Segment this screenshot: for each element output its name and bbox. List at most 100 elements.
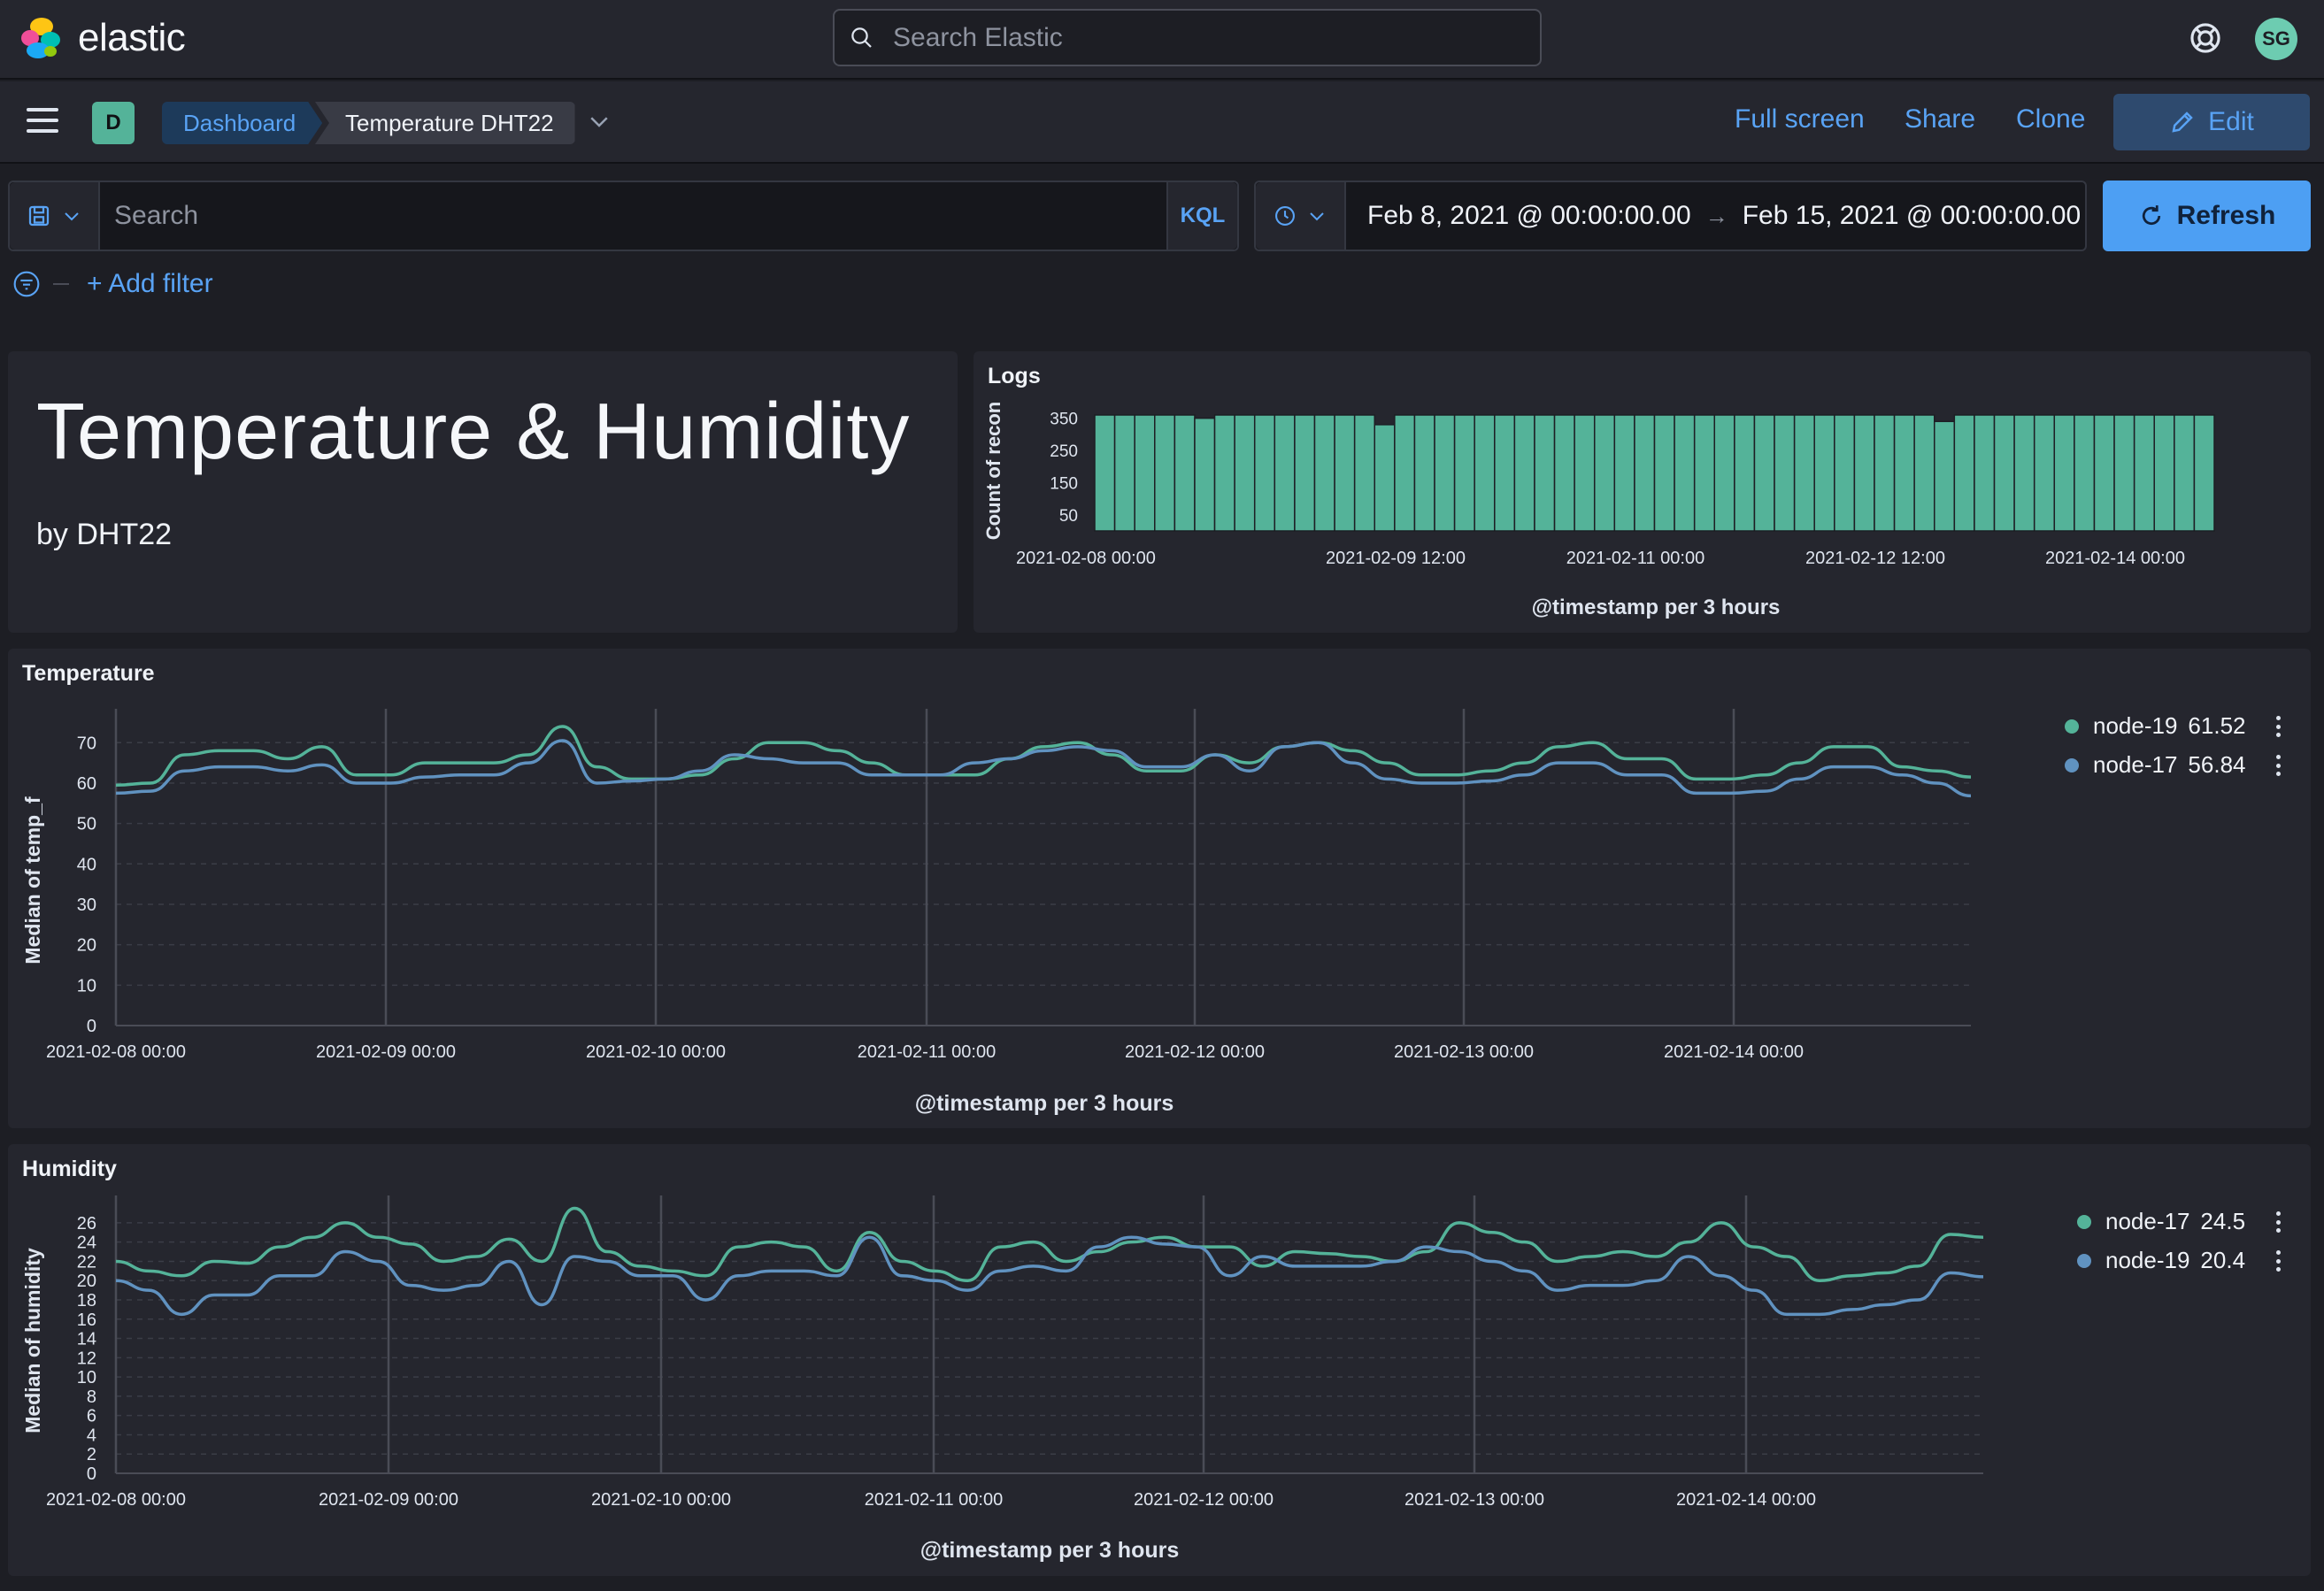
x-tick-label: 2021-02-11 00:00	[1566, 549, 1705, 568]
x-axis-title: @timestamp per 3 hours	[1532, 596, 1781, 619]
y-tick-label: 20	[77, 936, 96, 956]
clone-link[interactable]: Clone	[2016, 104, 2085, 135]
legend-value: 61.52	[2188, 712, 2246, 739]
legend-label: node-19	[2105, 1247, 2190, 1273]
bar	[1813, 414, 1835, 532]
bar	[2074, 414, 2096, 532]
bar	[1713, 414, 1735, 532]
bar	[1394, 414, 1416, 532]
bar	[1913, 414, 1935, 532]
query-bar: KQL	[8, 181, 1239, 251]
kql-toggle[interactable]: KQL	[1166, 182, 1237, 250]
bar	[1094, 414, 1116, 532]
bar	[1834, 414, 1856, 532]
bar	[1534, 414, 1556, 532]
bar	[1494, 414, 1516, 532]
elastic-logo-icon	[19, 16, 64, 60]
y-tick-label: 26	[77, 1214, 96, 1234]
help-icon[interactable]	[2189, 21, 2222, 55]
y-tick-label: 10	[77, 1368, 96, 1387]
legend-item-node-17[interactable]: node-17 56.84	[2065, 751, 2246, 779]
edit-button[interactable]: Edit	[2113, 94, 2310, 150]
search-icon	[851, 27, 872, 48]
arrow-right-icon: →	[1705, 202, 1728, 229]
bar	[1553, 414, 1575, 532]
bar	[1653, 414, 1675, 532]
legend-value: 24.5	[2200, 1208, 2246, 1234]
bar	[1253, 414, 1276, 532]
y-tick-label: 50	[77, 815, 96, 834]
y-tick-label: 6	[87, 1407, 96, 1426]
y-tick-label: 2	[87, 1445, 96, 1464]
markdown-panel: Temperature & Humidity by DHT22	[8, 351, 958, 633]
time-picker: Feb 8, 2021 @ 00:00:00.00 → Feb 15, 2021…	[1254, 181, 2087, 251]
x-tick-label: 2021-02-14 00:00	[1664, 1042, 1804, 1062]
y-tick-label: 8	[87, 1387, 96, 1407]
legend-dot	[2077, 1253, 2091, 1268]
elastic-logo[interactable]: elastic	[19, 16, 186, 60]
y-tick-label: 70	[77, 734, 96, 753]
user-avatar[interactable]: SG	[2255, 18, 2297, 60]
filter-options-icon[interactable]	[12, 270, 41, 298]
x-tick-label: 2021-02-12 00:00	[1125, 1042, 1265, 1062]
bar	[1113, 414, 1135, 532]
refresh-icon	[2142, 205, 2160, 226]
global-search-input[interactable]	[893, 22, 1512, 53]
y-tick-label: 14	[77, 1330, 96, 1349]
add-filter-button[interactable]: + Add filter	[87, 269, 213, 299]
x-tick-label: 2021-02-11 00:00	[865, 1490, 1003, 1510]
bar	[1313, 414, 1335, 532]
bar	[1194, 417, 1216, 532]
legend-value: 56.84	[2188, 751, 2246, 778]
query-search-input[interactable]	[100, 201, 1166, 231]
y-axis-title: Median of temp_f	[21, 796, 44, 964]
time-start[interactable]: Feb 8, 2021 @ 00:00:00.00	[1367, 201, 1691, 231]
legend-options-icon[interactable]	[2276, 716, 2282, 737]
legend-options-icon[interactable]	[2276, 1211, 2282, 1233]
bar	[1593, 414, 1616, 532]
y-tick-label: 20	[77, 1272, 96, 1291]
y-tick-label: 0	[87, 1017, 96, 1036]
bar	[1953, 414, 1975, 532]
logo-text: elastic	[78, 16, 186, 59]
global-search-field[interactable]	[833, 9, 1542, 66]
bar	[1134, 414, 1156, 532]
legend-options-icon[interactable]	[2276, 755, 2282, 776]
legend-item-node-19[interactable]: node-19 61.52	[2065, 712, 2246, 740]
bar	[1234, 414, 1256, 532]
bar	[1434, 414, 1456, 532]
legend-item-node-17[interactable]: node-17 24.5	[2077, 1208, 2245, 1235]
global-header: elastic SG	[0, 0, 2324, 80]
legend-item-node-19[interactable]: node-19 20.4	[2077, 1247, 2245, 1274]
bar	[1374, 424, 1396, 532]
bar	[2113, 414, 2135, 532]
edit-label: Edit	[2208, 107, 2254, 136]
saved-query-button[interactable]	[10, 182, 100, 250]
y-axis-title: Count of recon	[982, 402, 1004, 540]
bar	[1334, 414, 1356, 532]
quick-select-button[interactable]	[1256, 182, 1346, 250]
time-end[interactable]: Feb 15, 2021 @ 00:00:00.00	[1743, 201, 2081, 231]
bar	[1474, 414, 1496, 532]
bar	[1734, 414, 1756, 532]
y-tick-label: 250	[1050, 442, 1078, 461]
y-tick-label: 350	[1050, 411, 1078, 429]
bar	[1893, 414, 1915, 532]
pencil-icon	[2172, 111, 2193, 133]
breadcrumb-current: Temperature DHT22	[315, 102, 575, 144]
save-icon	[28, 205, 50, 227]
legend-label: node-17	[2105, 1208, 2190, 1234]
refresh-button[interactable]: Refresh	[2103, 181, 2311, 251]
share-link[interactable]: Share	[1905, 104, 1975, 135]
full-screen-link[interactable]: Full screen	[1735, 104, 1865, 135]
dashboard-nav-bar: D Dashboard Temperature DHT22 Full scree…	[0, 81, 2324, 164]
hamburger-menu-icon[interactable]	[27, 108, 58, 135]
y-tick-label: 4	[87, 1426, 96, 1445]
x-tick-label: 2021-02-10 00:00	[591, 1490, 731, 1510]
chevron-down-icon[interactable]	[586, 108, 612, 135]
breadcrumb-dashboard[interactable]: Dashboard	[162, 102, 322, 144]
bar	[1793, 414, 1815, 532]
legend-options-icon[interactable]	[2276, 1250, 2282, 1272]
space-avatar[interactable]: D	[92, 102, 135, 144]
y-tick-label: 16	[77, 1310, 96, 1330]
